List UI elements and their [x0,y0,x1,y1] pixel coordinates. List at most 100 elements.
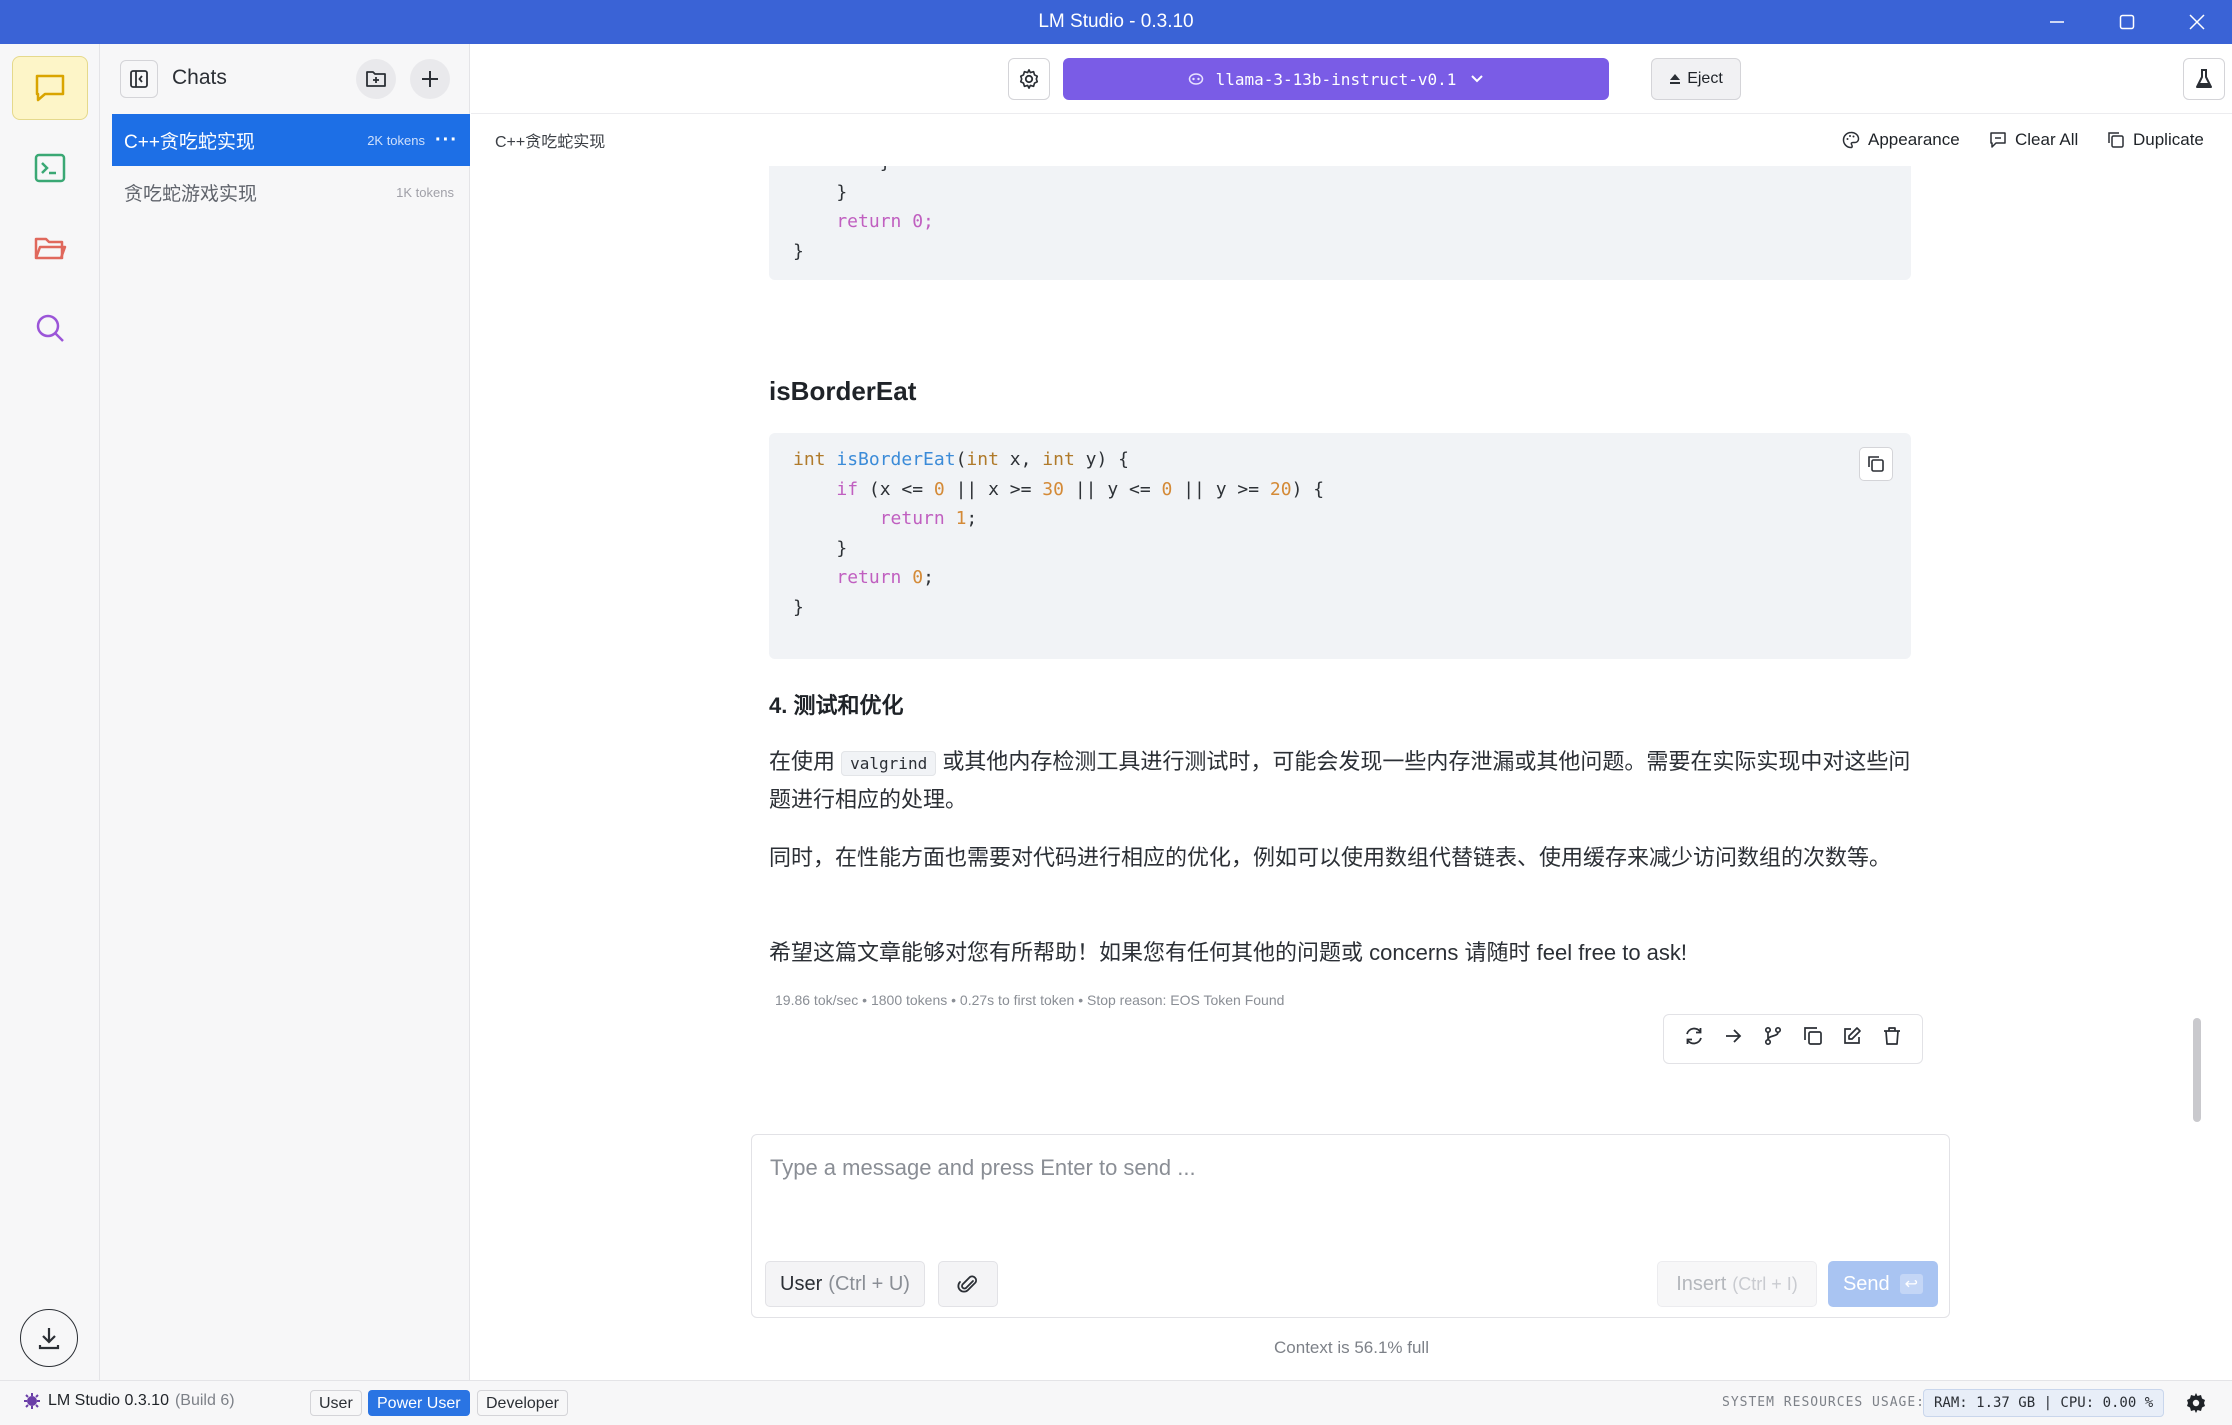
section-heading: 4. 测试和优化 [769,693,904,718]
model-selector[interactable]: llama-3-13b-instruct-v0.1 [1063,58,1609,100]
eject-label: Eject [1687,70,1723,87]
send-label: Send [1842,1272,1890,1295]
message-paragraph: 在使用 valgrind 或其他内存检测工具进行测试时，可能会发现一些内存泄漏或… [769,744,1911,818]
folder-icon [34,237,67,260]
chat-token-count: 2K tokens [367,132,426,148]
sidebar-header: Chats [100,44,470,114]
rail-developer-button[interactable] [12,136,88,200]
refresh-icon [1685,1027,1702,1045]
app-version: LM Studio 0.3.10 (Build 6) [22,1391,235,1411]
maximize-icon [2119,14,2135,30]
search-icon [36,314,64,342]
code-line: } [793,596,804,618]
copy-icon [1868,456,1884,472]
branch-button[interactable] [1762,1025,1784,1053]
insert-shortcut: (Ctrl + I) [1732,1273,1798,1294]
mode-user-button[interactable]: User [310,1390,362,1416]
minimize-icon [2050,21,2064,23]
section-heading: isBorderEat [769,376,917,406]
copy-message-button[interactable] [1802,1025,1824,1053]
edit-icon [1844,1027,1862,1044]
code-line: } [793,240,804,262]
collapse-sidebar-button[interactable] [120,60,158,98]
chat-title: C++贪吃蛇实现 [495,134,606,151]
folder-plus-icon [366,71,386,87]
copy-code-button[interactable] [1859,447,1893,481]
model-settings-button[interactable] [1008,58,1050,100]
insert-button[interactable]: Insert (Ctrl + I) [1657,1261,1817,1307]
maximize-button[interactable] [2093,0,2161,44]
rail-models-button[interactable] [12,216,88,280]
conversation-scrollbar[interactable] [2193,1018,2201,1122]
appearance-label: Appearance [1868,130,1960,149]
gear-icon [2187,1393,2205,1413]
sidebar-collapse-icon [130,70,148,88]
experimental-button[interactable] [2183,58,2225,100]
chevron-down-icon [1471,75,1484,83]
status-bar: LM Studio 0.3.10 (Build 6) User Power Us… [0,1380,2232,1425]
arrow-right-icon [1726,1029,1742,1043]
chat-bubble-icon [35,74,65,102]
duplicate-icon [2108,132,2124,148]
duplicate-button[interactable]: Duplicate [2107,126,2204,154]
enter-key-hint: ↩ [1899,1274,1924,1294]
delete-message-button[interactable] [1881,1025,1903,1053]
trash-icon [1884,1027,1901,1045]
model-name: llama-3-13b-instruct-v0.1 [1215,69,1457,89]
context-usage: Context is 56.1% full [1274,1338,1429,1357]
terminal-icon [34,153,66,183]
mode-power-user-button[interactable]: Power User [368,1390,470,1416]
eject-icon [1670,74,1681,84]
model-icon [1188,73,1203,85]
app-settings-button[interactable] [2184,1391,2208,1421]
clear-all-label: Clear All [2015,130,2079,149]
navigation-rail [0,44,100,1380]
send-button[interactable]: Send ↩ [1828,1261,1938,1307]
new-chat-button[interactable] [410,59,450,99]
code-line: } [793,166,1887,178]
build-text: (Build 6) [174,1392,235,1409]
download-icon [38,1328,60,1350]
git-branch-icon [1765,1026,1782,1046]
lm-studio-logo-icon [24,1393,40,1409]
message-composer: User (Ctrl + U) Insert (Ctrl + I) Send ↩ [751,1134,1950,1318]
chat-name: C++贪吃蛇实现 [124,131,255,153]
continue-button[interactable] [1722,1025,1744,1053]
chat-more-menu[interactable]: ··· [435,129,458,152]
regenerate-button[interactable] [1683,1025,1705,1053]
message-actions [1663,1014,1923,1064]
message-input[interactable] [770,1155,1920,1215]
appearance-button[interactable]: Appearance [1842,126,1960,154]
code-line: return 1; [879,508,978,529]
close-button[interactable] [2163,0,2231,44]
close-icon [2189,14,2205,30]
chat-header: C++贪吃蛇实现 Appearance Clear All Duplicate [471,114,2232,166]
clear-all-button[interactable]: Clear All [1989,126,2078,154]
chat-list-item[interactable]: C++贪吃蛇实现 2K tokens ··· [112,114,470,166]
inline-code: valgrind [841,751,937,776]
code-line: } [793,181,848,203]
plus-icon [422,71,438,87]
rail-chat-button[interactable] [12,56,88,120]
resources-usage[interactable]: RAM: 1.37 GB | CPU: 0.00 % [1923,1389,2165,1417]
insert-label: Insert [1676,1272,1727,1295]
downloads-button[interactable] [20,1309,78,1367]
title-bar: LM Studio - 0.3.10 [0,0,2232,44]
main-toolbar: llama-3-13b-instruct-v0.1 Eject [471,44,2232,114]
generation-stats: 19.86 tok/sec • 1800 tokens • 0.27s to f… [775,992,1285,1008]
mode-developer-button[interactable]: Developer [477,1390,568,1416]
rail-search-button[interactable] [12,296,88,360]
message-paragraph: 同时，在性能方面也需要对代码进行相应的优化，例如可以使用数组代替链表、使用缓存来… [769,845,1892,870]
edit-message-button[interactable] [1841,1025,1863,1053]
minimize-button[interactable] [2023,0,2091,44]
paragraph-text: 在使用 [769,749,836,774]
code-line: if (x <= 0 || x >= 30 || y <= 0 || y >= … [836,478,1325,500]
version-text: LM Studio 0.3.10 [48,1392,169,1409]
duplicate-label: Duplicate [2133,130,2204,149]
window-title: LM Studio - 0.3.10 [1038,11,1194,32]
chat-list-item[interactable]: 贪吃蛇游戏实现 1K tokens [112,166,470,218]
attach-button[interactable] [938,1261,998,1307]
role-selector-button[interactable]: User (Ctrl + U) [765,1261,925,1307]
new-folder-button[interactable] [356,59,396,99]
eject-button[interactable]: Eject [1651,58,1741,100]
